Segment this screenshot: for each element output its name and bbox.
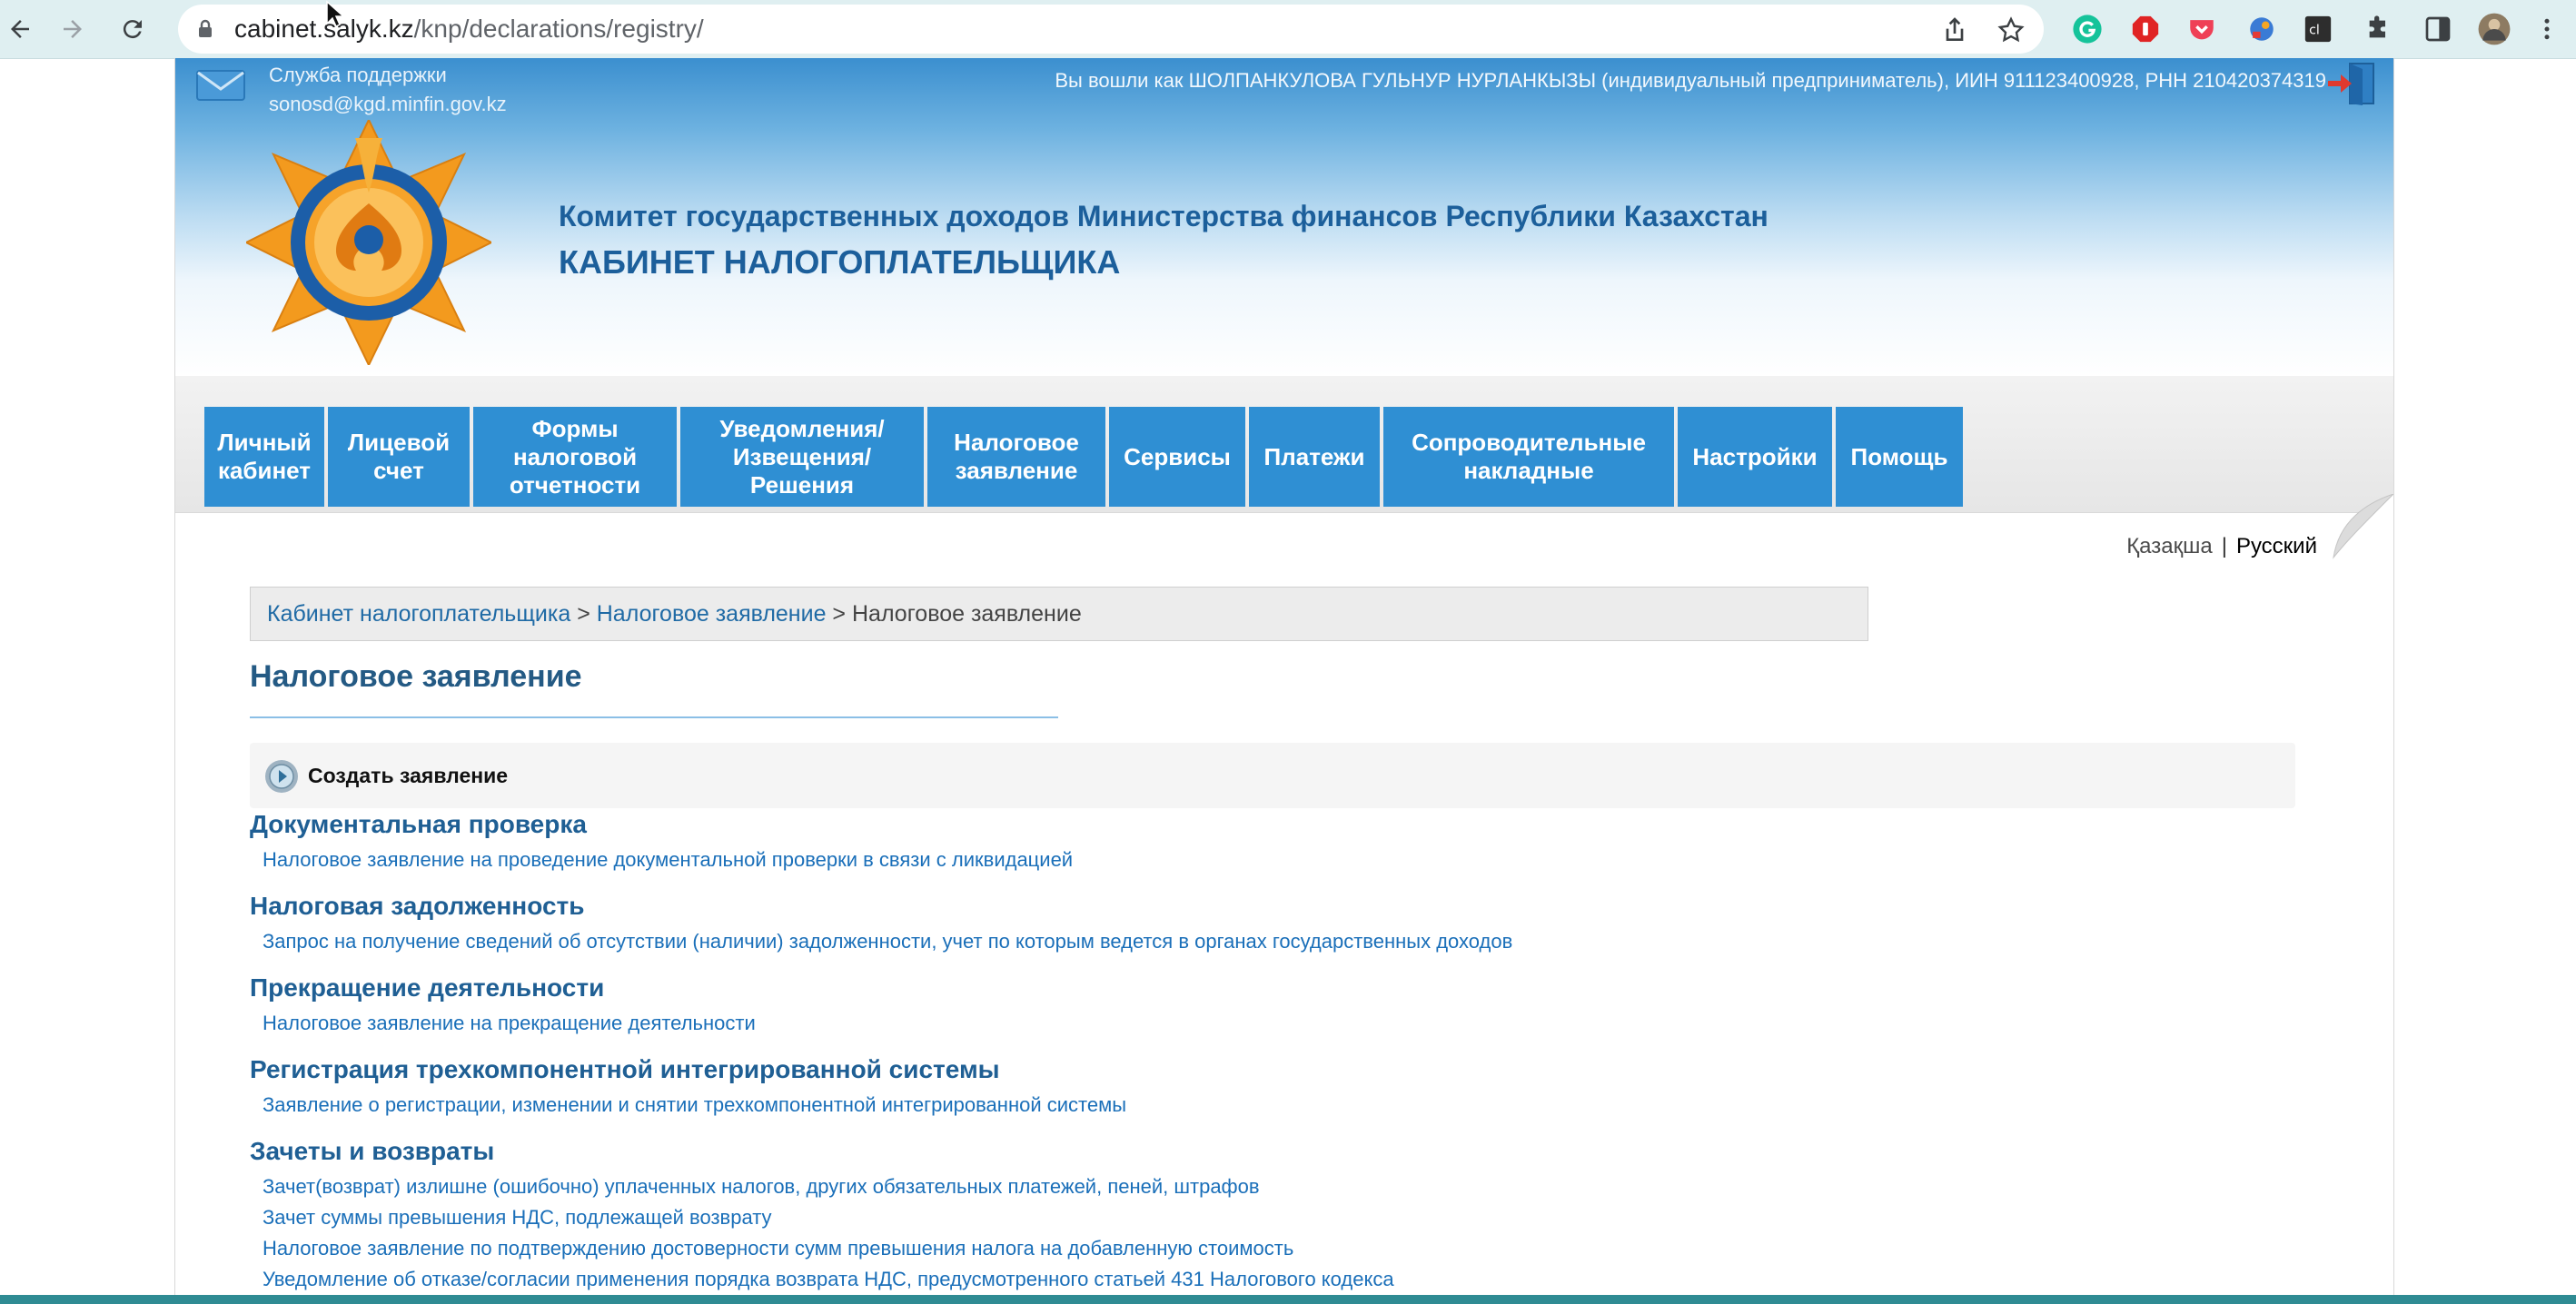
profile-avatar[interactable] [2476, 11, 2512, 47]
main-menu: Личный кабинет Лицевой счет Формы налоговой… [204, 407, 1963, 507]
reload-button[interactable] [113, 9, 153, 49]
bookmark-star-icon[interactable] [1996, 15, 2026, 44]
create-application-label: Создать заявление [308, 764, 509, 787]
title-divider [250, 716, 1058, 718]
browser-menu-icon[interactable] [2529, 11, 2565, 47]
link-debt-info-request[interactable]: Запрос на получение сведений об отсутств… [263, 930, 1512, 953]
breadcrumb-separator: > [570, 601, 597, 627]
menu-item-tax-application[interactable]: Налоговое заявление [927, 407, 1105, 507]
page-title: Налоговое заявление [250, 659, 582, 694]
link-tis-registration[interactable]: Заявление о регистрации, изменении и сня… [263, 1093, 1126, 1117]
lang-kazakh-link[interactable]: Қазақша [2126, 534, 2213, 558]
adblock-extension-icon[interactable] [2127, 11, 2164, 47]
section-title-tis-registration: Регистрация трехкомпонентной интегрирова… [250, 1055, 1000, 1083]
org-title: Комитет государственных доходов Министер… [559, 200, 1769, 232]
breadcrumb-separator: > [826, 601, 852, 627]
logged-in-user-info: Вы вошли как ШОЛПАНКУЛОВА ГУЛЬНУР НУРЛАН… [1055, 69, 2326, 92]
link-vat-excess-offset[interactable]: Зачет суммы превышения НДС, подлежащей в… [263, 1206, 772, 1230]
kgd-emblem-logo [246, 120, 491, 365]
page-frame: Служба поддержки sonosd@kgd.minfin.gov.k… [174, 58, 2394, 1297]
cabinet-title: КАБИНЕТ НАЛОГОПЛАТЕЛЬЩИКА [559, 243, 1121, 281]
link-termination-application[interactable]: Налоговое заявление на прекращение деяте… [263, 1012, 756, 1035]
section-title-offsets-refunds: Зачеты и возвраты [250, 1137, 495, 1165]
page-curl-decoration [2330, 494, 2393, 559]
share-icon[interactable] [1940, 15, 1969, 44]
section-title-termination: Прекращение деятельности [250, 973, 605, 1002]
main-menu-bar: Личный кабинет Лицевой счет Формы налоговой… [175, 376, 2393, 513]
extensions-puzzle-icon[interactable] [2360, 11, 2396, 47]
forward-button[interactable] [53, 9, 93, 49]
breadcrumb-home-link[interactable]: Кабинет налогоплательщика [267, 601, 570, 627]
address-bar[interactable]: cabinet.salyk.kz/knp/declarations/regist… [178, 5, 2044, 54]
lang-separator: | [2221, 534, 2227, 558]
breadcrumb-section-link[interactable]: Налоговое заявление [597, 601, 827, 627]
lock-icon [199, 19, 212, 37]
menu-item-notices[interactable]: Уведомления/Извещения/Решения [680, 407, 924, 507]
back-button[interactable] [0, 9, 40, 49]
section-title-tax-debt: Налоговая задолженность [250, 892, 585, 920]
grammarly-extension-icon[interactable] [2069, 11, 2105, 47]
link-vat-refund-notice[interactable]: Уведомление об отказе/согласии применени… [263, 1268, 1394, 1291]
logout-icon[interactable] [2326, 60, 2377, 107]
section-title-documentary-check: Документальная проверка [250, 810, 587, 838]
mouse-cursor-icon [326, 0, 345, 28]
language-switcher: Қазақша | Русский [2126, 534, 2317, 559]
support-label: Служба поддержки [269, 64, 447, 86]
browser-toolbar: cabinet.salyk.kz/knp/declarations/regist… [0, 0, 2576, 59]
link-overpaid-taxes-refund[interactable]: Зачет(возврат) излишне (ошибочно) уплаче… [263, 1175, 1260, 1199]
menu-item-payments[interactable]: Платежи [1249, 407, 1380, 507]
url-path: /knp/declarations/registry/ [413, 15, 704, 43]
link-liquidation-check[interactable]: Налоговое заявление на проведение докуме… [263, 848, 1073, 872]
mail-icon[interactable] [195, 67, 246, 104]
menu-item-personal-cabinet[interactable]: Личный кабинет [204, 407, 324, 507]
create-application-bar[interactable]: Создать заявление [250, 743, 2295, 808]
bottom-edge-strip [0, 1295, 2576, 1304]
menu-item-help[interactable]: Помощь [1836, 407, 1963, 507]
breadcrumb-current: Налоговое заявление [851, 601, 1082, 627]
breadcrumb: Кабинет налогоплательщика > Налоговое за… [250, 587, 1868, 641]
arrow-right-icon [64, 20, 82, 38]
link-vat-excess-confirmation[interactable]: Налоговое заявление по подтверждению дос… [263, 1237, 1293, 1260]
extension-globe-icon[interactable] [2244, 11, 2280, 47]
menu-item-settings[interactable]: Настройки [1678, 407, 1832, 507]
reload-icon [123, 20, 142, 39]
lang-russian-link[interactable]: Русский [2236, 534, 2317, 558]
menu-item-services[interactable]: Сервисы [1109, 407, 1245, 507]
play-circle-icon [265, 760, 298, 793]
menu-item-personal-account[interactable]: Лицевой счет [328, 407, 470, 507]
url-domain: cabinet.salyk.kz [234, 15, 414, 43]
support-email-link[interactable]: sonosd@kgd.minfin.gov.kz [269, 93, 507, 116]
svg-text:cl: cl [2309, 24, 2320, 38]
pocket-extension-icon[interactable] [2184, 11, 2220, 47]
extension-cl-icon[interactable]: cl [2300, 11, 2336, 47]
menu-item-waybills[interactable]: Сопроводительные накладные [1383, 407, 1674, 507]
site-header: Служба поддержки sonosd@kgd.minfin.gov.k… [175, 58, 2393, 376]
arrow-left-icon [11, 20, 29, 38]
url-text: cabinet.salyk.kz/knp/declarations/regist… [234, 5, 704, 54]
side-panel-icon[interactable] [2420, 11, 2456, 47]
menu-item-tax-report-forms[interactable]: Формы налоговой отчетности [473, 407, 677, 507]
